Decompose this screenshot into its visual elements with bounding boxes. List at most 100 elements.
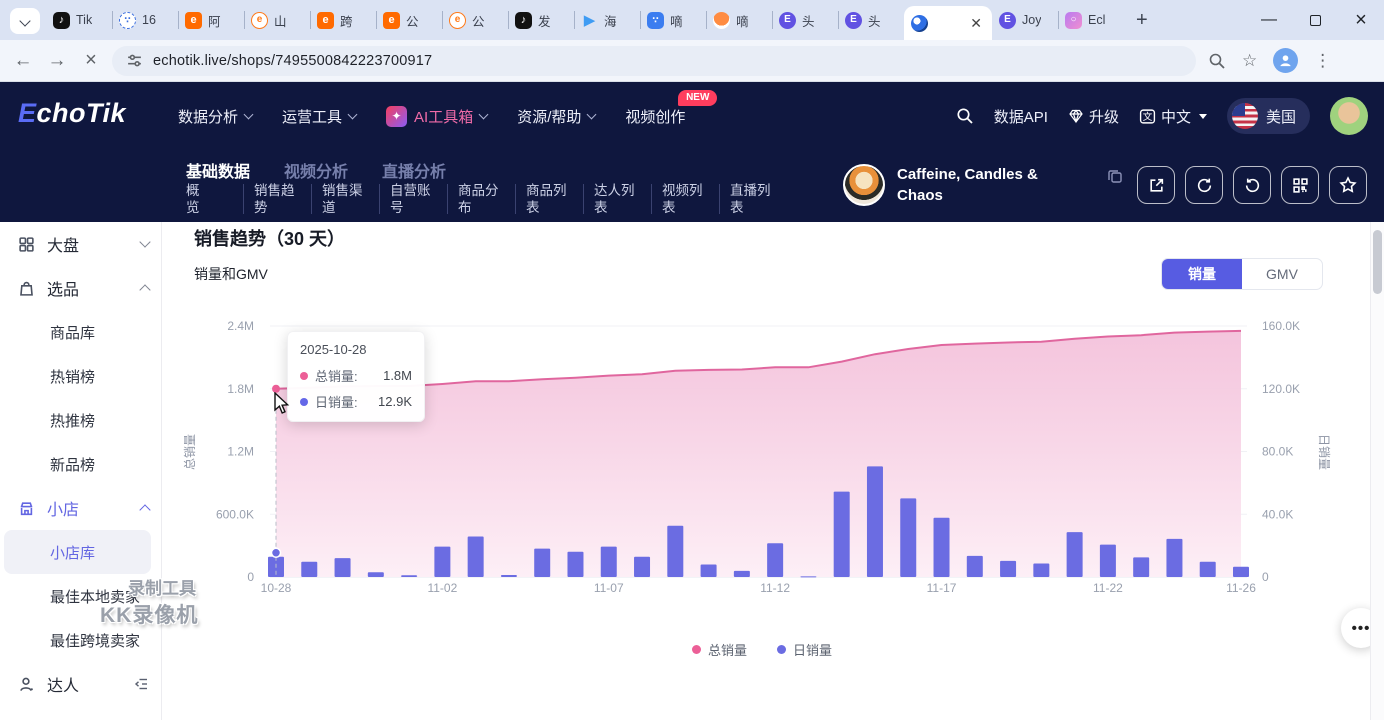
menu-separator [583, 184, 584, 214]
app-header: EchoTik 数据分析 运营工具 ✦AI工具箱 资源/帮助 视频创作NEW 数据API… [0, 82, 1384, 150]
browser-tab-fox[interactable]: 嘀 [706, 0, 772, 40]
browser-tab-circle-1[interactable]: e山 [244, 0, 310, 40]
region-selector[interactable]: 美国 [1227, 98, 1310, 134]
browser-menu-icon[interactable]: ⋮ [1314, 51, 1331, 71]
collapse-sidebar-button[interactable] [133, 676, 149, 692]
tab-video-analysis[interactable]: 视频分析 [284, 158, 348, 182]
menu-item-label: 表 [730, 199, 781, 216]
browser-tab-tiktok-2[interactable]: ♪发 [508, 0, 574, 40]
echotik-logo[interactable]: EchoTik [18, 98, 126, 129]
page-title: 销售趋势（30 天） [194, 225, 345, 251]
menu-item-product-list[interactable]: 商品列表 [526, 182, 577, 216]
nav-item-ai-toolbox[interactable]: ✦AI工具箱 [386, 106, 487, 127]
sidebar-item-creators[interactable]: 达人 [0, 662, 161, 706]
nav-item-video-creation[interactable]: 视频创作NEW [625, 106, 685, 127]
close-window-button[interactable]: × [1338, 0, 1384, 40]
browser-tab-joy[interactable]: EJoy [992, 0, 1058, 40]
legend-item-total-sales[interactable]: 总销量 [692, 640, 747, 659]
sidebar-item-hot-promo-rank[interactable]: 热推榜 [0, 398, 161, 442]
menu-item-overview[interactable]: 概览 [186, 182, 237, 216]
menu-separator [311, 184, 312, 214]
browser-tab-orange-2[interactable]: e跨 [310, 0, 376, 40]
browser-tab-toutiao-1[interactable]: E头 [772, 0, 838, 40]
nav-item-operation-tools[interactable]: 运营工具 [282, 106, 356, 127]
bookmark-star-icon[interactable]: ☆ [1242, 51, 1257, 71]
site-settings-icon[interactable] [126, 52, 143, 69]
maximize-icon [1310, 15, 1321, 26]
menu-item-live-list[interactable]: 直播列表 [730, 182, 781, 216]
history-button[interactable] [1233, 166, 1271, 204]
refresh-data-button[interactable] [1185, 166, 1223, 204]
back-button[interactable]: ← [6, 50, 40, 72]
browser-tab-orange-1[interactable]: e阿 [178, 0, 244, 40]
sidebar-item-product-selection[interactable]: 选品 [0, 266, 161, 310]
sidebar-item-label: 选品 [47, 276, 79, 300]
favorite-shop-button[interactable] [1329, 166, 1367, 204]
menu-item-sales-channel[interactable]: 销售渠道 [322, 182, 373, 216]
data-api-link[interactable]: 数据API [994, 106, 1048, 127]
scrollbar-thumb[interactable] [1373, 230, 1382, 294]
recorder-watermark: 录制工具 KK录像机 [100, 574, 198, 629]
new-tab-button[interactable]: + [1124, 9, 1160, 40]
url-text: echotik.live/shops/7495500842223700917 [153, 53, 432, 69]
open-shop-external-button[interactable] [1137, 166, 1175, 204]
legend-item-daily-sales[interactable]: 日销量 [777, 640, 832, 659]
menu-item-label: 直播列 [730, 182, 781, 199]
browser-tab-bird[interactable]: ▶海 [574, 0, 640, 40]
menu-item-sales-trend[interactable]: 销售趋势 [254, 182, 305, 216]
tab-close-icon[interactable]: ✕ [967, 15, 985, 32]
maximize-button[interactable] [1292, 0, 1338, 40]
tab-search-button[interactable] [10, 8, 40, 34]
nav-item-data-analysis[interactable]: 数据分析 [178, 106, 252, 127]
sidebar-item-shops[interactable]: 小店 [0, 486, 161, 530]
purple-e-icon: E [845, 12, 862, 29]
menu-item-product-distribution[interactable]: 商品分布 [458, 182, 509, 216]
tab-basic-data[interactable]: 基础数据 [186, 158, 250, 182]
sidebar-item-dashboard[interactable]: 大盘 [0, 222, 161, 266]
purple-bulb-icon: ○ [1065, 12, 1082, 29]
zoom-icon[interactable] [1208, 52, 1226, 70]
forward-button[interactable]: → [40, 50, 74, 72]
chevron-down-icon [479, 109, 489, 119]
menu-item-video-list[interactable]: 视频列表 [662, 182, 713, 216]
browser-tab-ecl[interactable]: ○Ecl [1058, 0, 1124, 40]
tab-live-analysis[interactable]: 直播分析 [382, 158, 446, 182]
sidebar-item-shop-library[interactable]: 小店库 [4, 530, 151, 574]
browser-tab-tiktok-1[interactable]: ♪Tik [46, 0, 112, 40]
scrollbar-track[interactable] [1370, 222, 1384, 720]
search-icon[interactable] [956, 107, 974, 125]
upgrade-link[interactable]: 升级 [1068, 106, 1119, 127]
browser-tab-orange-3[interactable]: e公 [376, 0, 442, 40]
stop-loading-button[interactable]: × [74, 49, 108, 72]
menu-item-label: 商品列 [526, 182, 577, 199]
chevron-down-icon [244, 109, 254, 119]
star-icon [1339, 176, 1357, 194]
address-bar[interactable]: echotik.live/shops/7495500842223700917 [112, 46, 1196, 76]
browser-profile-avatar[interactable] [1273, 48, 1298, 73]
menu-item-creator-list[interactable]: 达人列表 [594, 182, 645, 216]
browser-tab-toutiao-2[interactable]: E头 [838, 0, 904, 40]
nav-item-resources-help[interactable]: 资源/帮助 [517, 106, 595, 127]
toggle-sales-volume[interactable]: 销量 [1162, 259, 1242, 289]
browser-tab-circle-2[interactable]: e公 [442, 0, 508, 40]
fox-icon [713, 12, 730, 29]
menu-item-self-accounts[interactable]: 自营账号 [390, 182, 441, 216]
nav-item-label: AI工具箱 [414, 106, 473, 127]
toggle-gmv[interactable]: GMV [1242, 259, 1322, 289]
tooltip-series-label: 总销量: [315, 366, 358, 385]
sidebar-item-hot-sales-rank[interactable]: 热销榜 [0, 354, 161, 398]
language-selector[interactable]: 文 中文 [1139, 106, 1207, 127]
sidebar-item-product-library[interactable]: 商品库 [0, 310, 161, 354]
browser-tab-paw-dashed[interactable]: ∵16 [112, 0, 178, 40]
qr-code-button[interactable] [1281, 166, 1319, 204]
copy-icon[interactable] [1107, 168, 1123, 184]
minimize-button[interactable]: — [1246, 0, 1292, 40]
sidebar-item-new-product-rank[interactable]: 新品榜 [0, 442, 161, 486]
translate-icon: 文 [1139, 108, 1156, 125]
tab-label: 跨 [340, 11, 353, 30]
orange-app-icon: e [383, 12, 400, 29]
tab-label: 发 [538, 11, 551, 30]
browser-tab-paw-blue[interactable]: ∵嘀 [640, 0, 706, 40]
user-avatar[interactable] [1330, 97, 1368, 135]
browser-tab-echotik-active[interactable]: ✕ [904, 6, 992, 40]
